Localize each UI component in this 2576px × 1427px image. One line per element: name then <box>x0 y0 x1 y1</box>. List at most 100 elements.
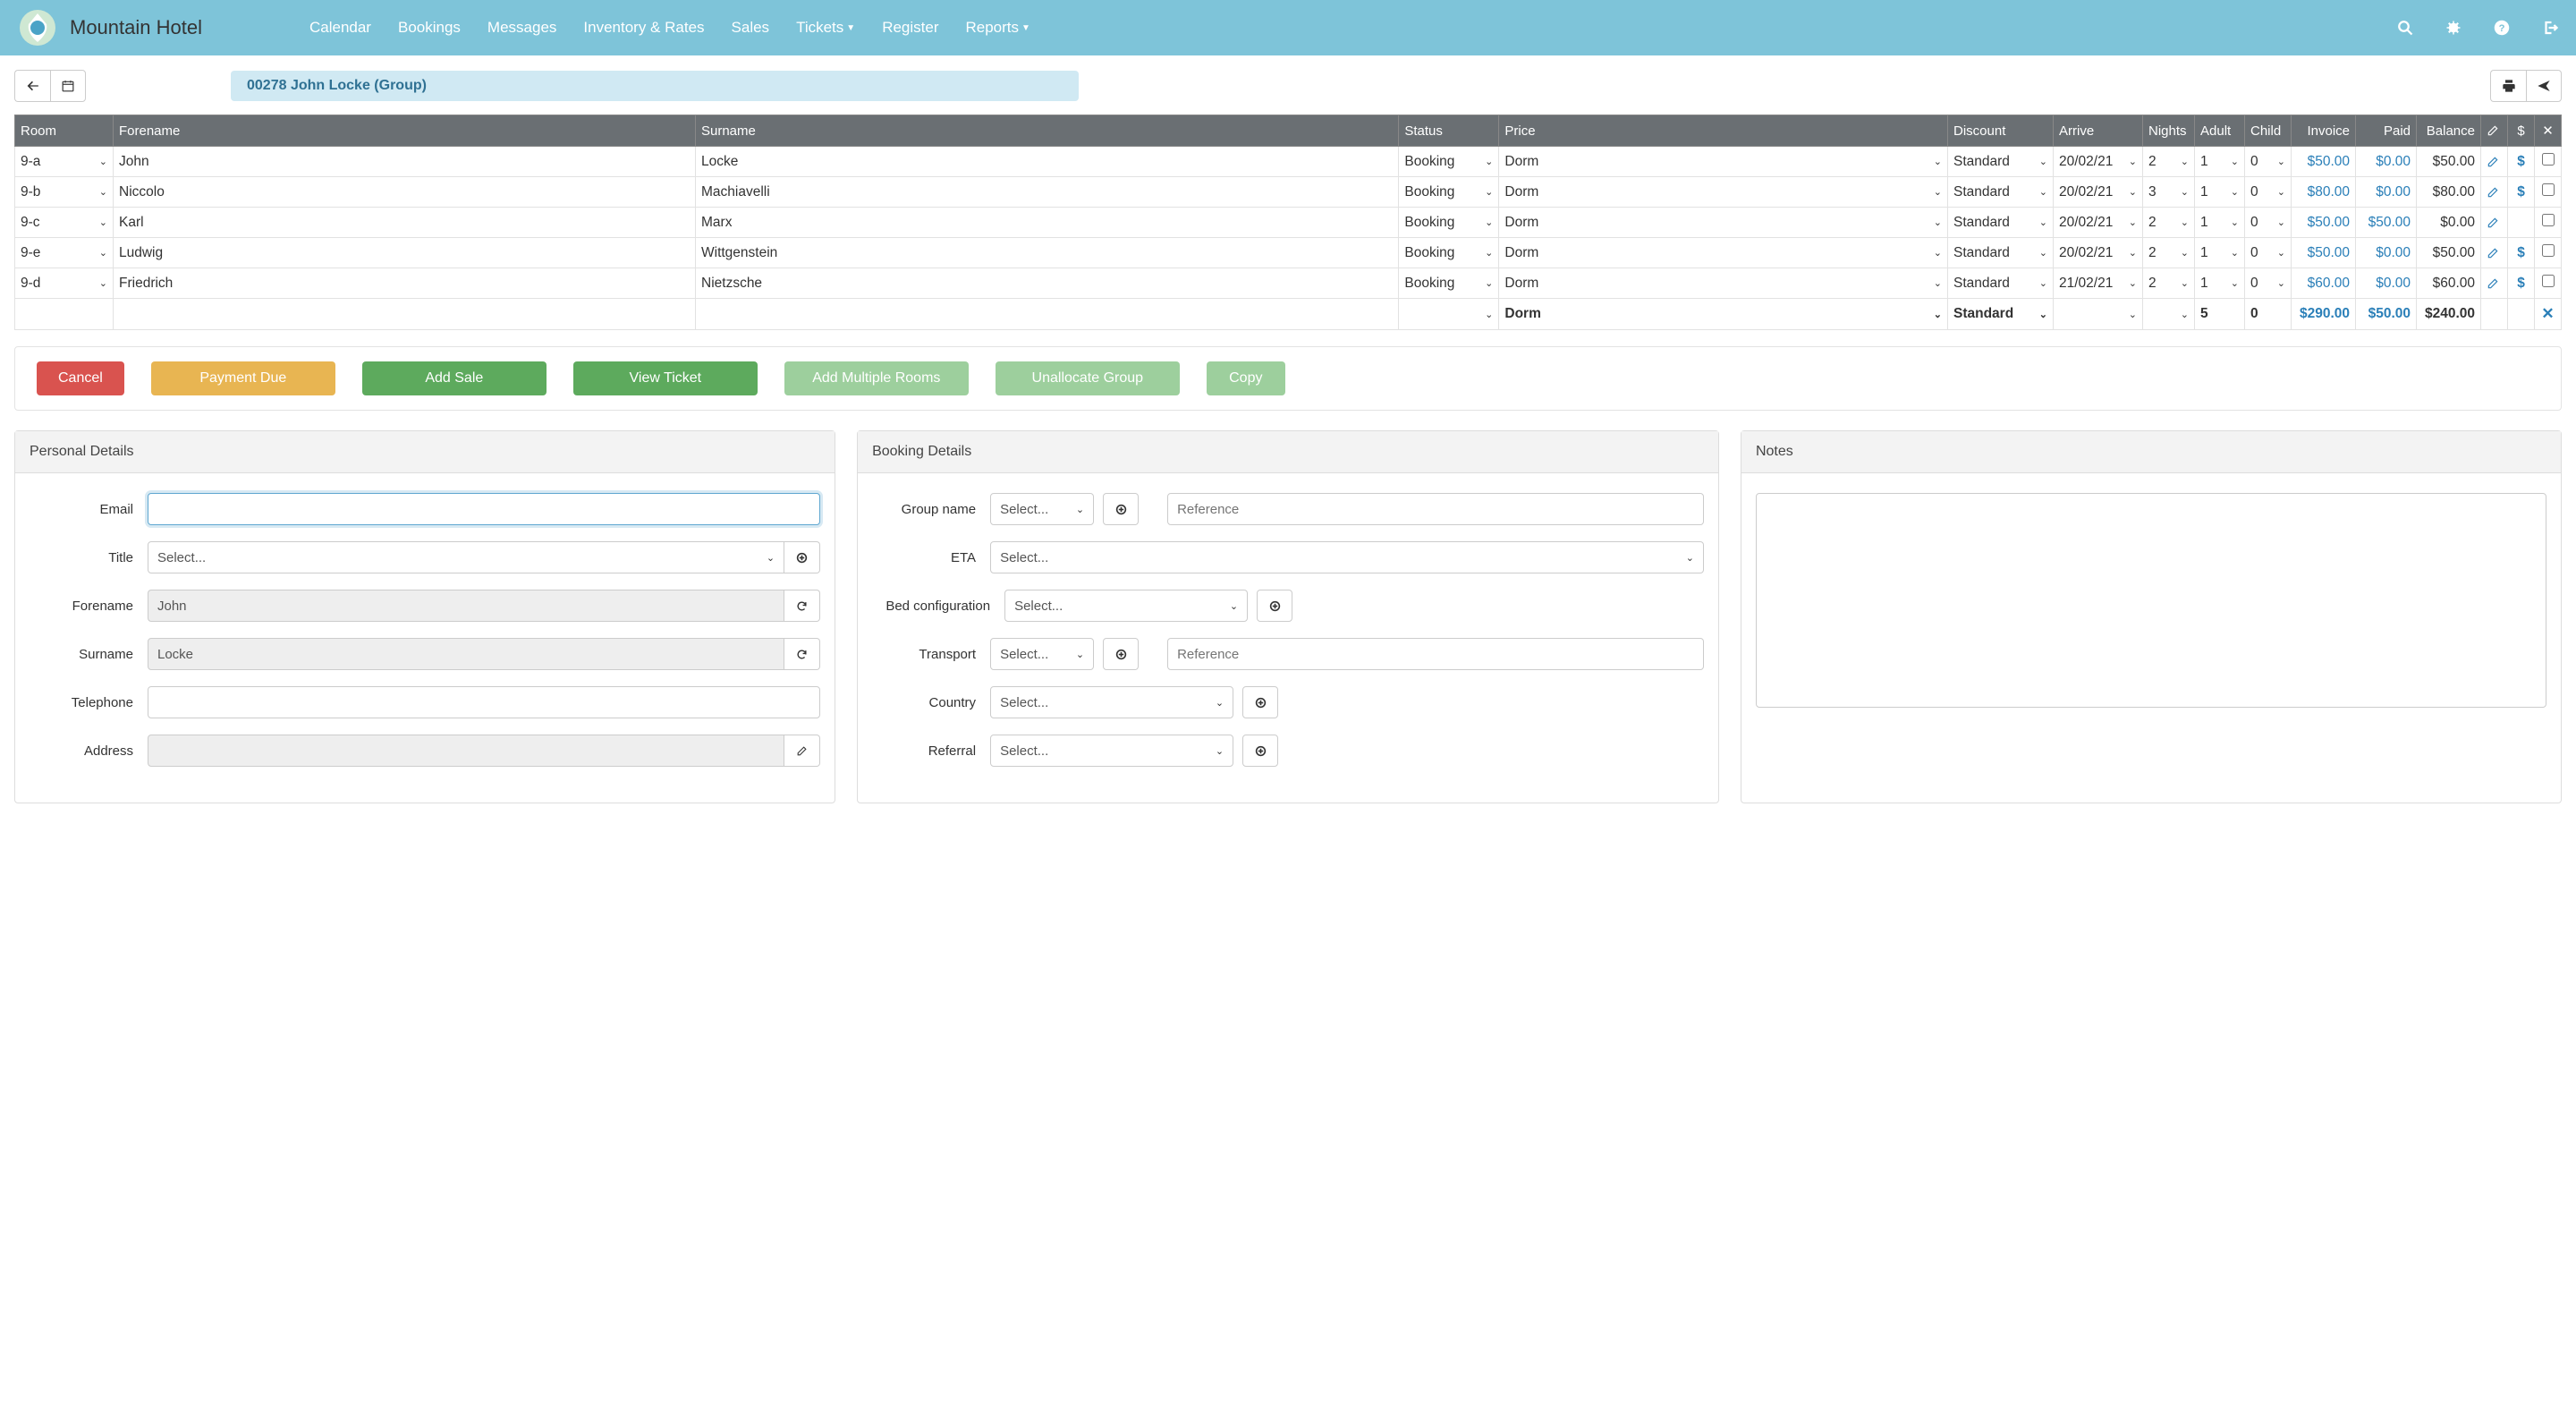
surname-refresh-button[interactable] <box>784 638 820 670</box>
print-button[interactable] <box>2490 70 2526 102</box>
cell-dropdown[interactable]: 9-c⌄ <box>21 215 107 231</box>
cell-dropdown[interactable]: 1⌄ <box>2200 184 2239 200</box>
surname-field[interactable] <box>148 638 784 670</box>
cell-dropdown[interactable]: 2⌄ <box>2148 215 2189 231</box>
cell-dropdown[interactable]: Dorm⌄ <box>1504 306 1942 322</box>
row-checkbox[interactable] <box>2542 183 2555 196</box>
cell-dropdown[interactable]: Standard⌄ <box>1953 276 2047 292</box>
invoice-link[interactable]: $80.00 <box>2308 184 2350 200</box>
row-checkbox[interactable] <box>2542 153 2555 166</box>
unallocate-group-button[interactable]: Unallocate Group <box>996 361 1180 395</box>
forename-cell[interactable]: Friedrich <box>114 268 696 299</box>
cell-dropdown[interactable]: 0⌄ <box>2250 245 2285 261</box>
cell-dropdown[interactable]: 20/02/21⌄ <box>2059 154 2137 170</box>
edit-icon[interactable] <box>2487 277 2502 290</box>
address-edit-button[interactable] <box>784 735 820 767</box>
notes-textarea[interactable] <box>1756 493 2546 708</box>
cell-dropdown[interactable]: Booking⌄ <box>1404 154 1493 170</box>
title-add-button[interactable] <box>784 541 820 573</box>
surname-cell[interactable]: Marx <box>696 208 1399 238</box>
nav-reports[interactable]: Reports▼ <box>966 19 1030 37</box>
edit-icon[interactable] <box>2487 186 2502 199</box>
surname-cell[interactable]: Locke <box>696 147 1399 177</box>
group-name-select[interactable]: Select...⌄ <box>990 493 1094 525</box>
cell-dropdown[interactable]: 0⌄ <box>2250 154 2285 170</box>
cell-dropdown[interactable]: 1⌄ <box>2200 215 2239 231</box>
cell-dropdown[interactable]: Dorm⌄ <box>1504 276 1942 292</box>
nav-tickets[interactable]: Tickets▼ <box>796 19 855 37</box>
eta-select[interactable]: Select...⌄ <box>990 541 1704 573</box>
paid-link[interactable]: $50.00 <box>2368 215 2411 230</box>
cell-dropdown[interactable]: Standard⌄ <box>1953 306 2047 322</box>
cell-dropdown[interactable]: 1⌄ <box>2200 154 2239 170</box>
copy-button[interactable]: Copy <box>1207 361 1285 395</box>
cell-dropdown[interactable]: 1⌄ <box>2200 276 2239 292</box>
group-name-add-button[interactable] <box>1103 493 1139 525</box>
surname-cell[interactable]: Wittgenstein <box>696 238 1399 268</box>
cell-dropdown[interactable]: 20/02/21⌄ <box>2059 184 2137 200</box>
cell-dropdown[interactable]: Booking⌄ <box>1404 245 1493 261</box>
cell-dropdown[interactable]: Booking⌄ <box>1404 276 1493 292</box>
forename-field[interactable] <box>148 590 784 622</box>
country-select[interactable]: Select...⌄ <box>990 686 1233 718</box>
transport-reference-field[interactable] <box>1167 638 1704 670</box>
dollar-icon[interactable]: $ <box>2517 276 2525 291</box>
payment-due-button[interactable]: Payment Due <box>151 361 335 395</box>
cell-dropdown[interactable]: 0⌄ <box>2250 215 2285 231</box>
search-icon[interactable] <box>2397 20 2413 36</box>
cell-dropdown[interactable]: 9-b⌄ <box>21 184 107 200</box>
edit-icon[interactable] <box>2487 247 2502 259</box>
paid-link[interactable]: $0.00 <box>2376 245 2411 260</box>
cell-dropdown[interactable]: 2⌄ <box>2148 245 2189 261</box>
nav-calendar[interactable]: Calendar <box>309 19 371 37</box>
cell-dropdown[interactable]: 0⌄ <box>2250 184 2285 200</box>
cell-dropdown[interactable]: Standard⌄ <box>1953 215 2047 231</box>
referral-select[interactable]: Select...⌄ <box>990 735 1233 767</box>
telephone-field[interactable] <box>148 686 820 718</box>
forename-cell[interactable]: John <box>114 147 696 177</box>
row-checkbox[interactable] <box>2542 275 2555 287</box>
referral-add-button[interactable] <box>1242 735 1278 767</box>
invoice-link[interactable]: $50.00 <box>2308 154 2350 169</box>
forename-refresh-button[interactable] <box>784 590 820 622</box>
invoice-link[interactable]: $50.00 <box>2308 215 2350 230</box>
cell-dropdown[interactable]: Standard⌄ <box>1953 184 2047 200</box>
paid-link[interactable]: $0.00 <box>2376 276 2411 291</box>
cell-dropdown[interactable]: 1⌄ <box>2200 245 2239 261</box>
cell-dropdown[interactable]: Dorm⌄ <box>1504 184 1942 200</box>
delete-icon[interactable]: ✕ <box>2541 305 2554 322</box>
surname-cell[interactable]: Nietzsche <box>696 268 1399 299</box>
paid-link[interactable]: $0.00 <box>2376 184 2411 200</box>
paid-link[interactable]: $0.00 <box>2376 154 2411 169</box>
nav-register[interactable]: Register <box>882 19 938 37</box>
cell-dropdown[interactable]: 0⌄ <box>2250 276 2285 292</box>
group-reference-field[interactable] <box>1167 493 1704 525</box>
cell-dropdown[interactable]: ⌄ <box>2059 309 2137 320</box>
row-checkbox[interactable] <box>2542 214 2555 226</box>
cell-dropdown[interactable]: 9-e⌄ <box>21 245 107 261</box>
view-ticket-button[interactable]: View Ticket <box>573 361 758 395</box>
bed-config-add-button[interactable] <box>1257 590 1292 622</box>
cancel-button[interactable]: Cancel <box>37 361 124 395</box>
nav-sales[interactable]: Sales <box>732 19 770 37</box>
cell-dropdown[interactable]: 9-d⌄ <box>21 276 107 292</box>
cell-dropdown[interactable]: 20/02/21⌄ <box>2059 245 2137 261</box>
cell-dropdown[interactable]: 2⌄ <box>2148 154 2189 170</box>
back-button[interactable] <box>14 70 50 102</box>
cell-dropdown[interactable]: Standard⌄ <box>1953 245 2047 261</box>
cell-dropdown[interactable]: 3⌄ <box>2148 184 2189 200</box>
help-icon[interactable]: ? <box>2494 20 2510 36</box>
invoice-link[interactable]: $60.00 <box>2308 276 2350 291</box>
forename-cell[interactable]: Karl <box>114 208 696 238</box>
add-sale-button[interactable]: Add Sale <box>362 361 547 395</box>
nav-bookings[interactable]: Bookings <box>398 19 461 37</box>
nav-messages[interactable]: Messages <box>487 19 556 37</box>
cell-dropdown[interactable]: Dorm⌄ <box>1504 154 1942 170</box>
edit-icon[interactable] <box>2487 217 2502 229</box>
cell-dropdown[interactable]: Booking⌄ <box>1404 184 1493 200</box>
cell-dropdown[interactable]: Standard⌄ <box>1953 154 2047 170</box>
transport-add-button[interactable] <box>1103 638 1139 670</box>
paid-total-link[interactable]: $50.00 <box>2368 306 2411 321</box>
cell-dropdown[interactable]: 21/02/21⌄ <box>2059 276 2137 292</box>
cell-dropdown[interactable]: Dorm⌄ <box>1504 245 1942 261</box>
